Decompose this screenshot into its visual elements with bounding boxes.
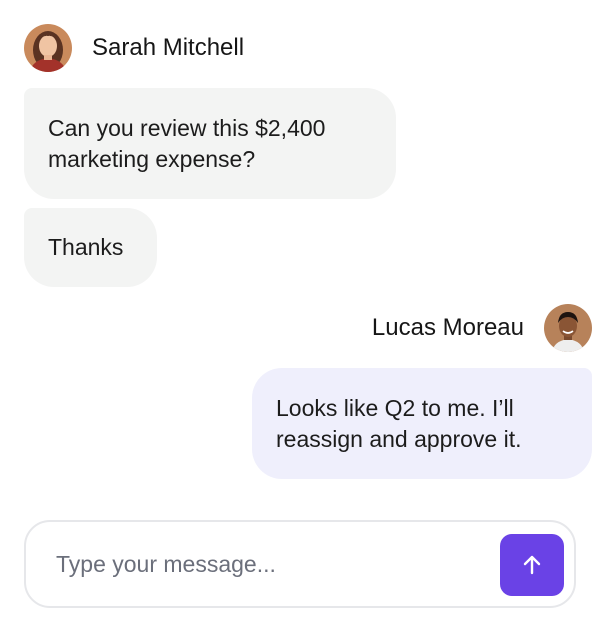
sender-name: Lucas Moreau bbox=[371, 314, 524, 341]
avatar[interactable] bbox=[544, 304, 592, 352]
avatar-photo-icon bbox=[24, 24, 72, 72]
message-bubble: Can you review this $2,400 marketing exp… bbox=[24, 88, 396, 199]
message-header-lucas: Lucas Moreau bbox=[372, 304, 592, 352]
avatar-photo-icon bbox=[544, 304, 592, 352]
message-header-sarah: Sarah Mitchell bbox=[24, 24, 244, 72]
send-button[interactable] bbox=[500, 534, 564, 596]
arrow-up-icon bbox=[523, 555, 541, 575]
message-bubble: Looks like Q2 to me. I’ll reassign and a… bbox=[252, 368, 592, 479]
sender-name: Sarah Mitchell bbox=[92, 34, 245, 61]
message-input[interactable] bbox=[56, 544, 486, 584]
message-composer bbox=[24, 520, 576, 608]
message-bubble: Thanks bbox=[24, 208, 157, 287]
avatar[interactable] bbox=[24, 24, 72, 72]
